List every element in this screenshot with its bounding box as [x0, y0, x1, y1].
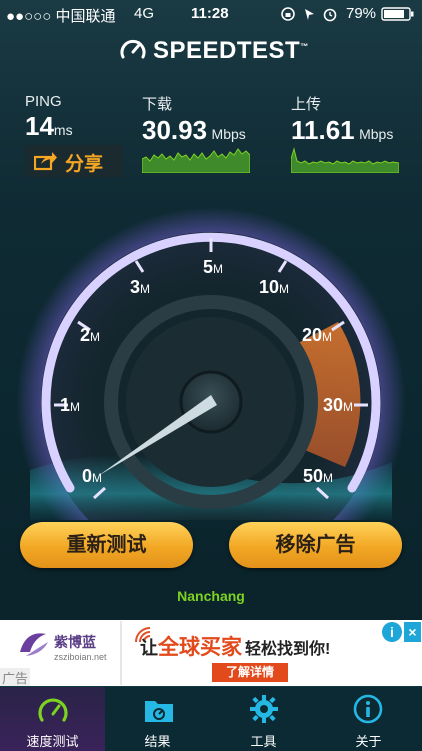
tab-label: 关于 — [355, 734, 382, 749]
ad-headline: 让全球买家 轻松找到你! — [140, 636, 331, 659]
gauge-label-30: 30M — [323, 395, 354, 415]
download-result: 下载 30.93 Mbps — [142, 93, 246, 146]
gauge-label-2: 2M — [80, 325, 101, 345]
tab-about[interactable]: 关于 — [316, 687, 421, 751]
tab-speedtest[interactable]: 速度测试 — [0, 687, 105, 751]
network-type: 4G — [134, 5, 155, 22]
gauge-label-5: 5M — [203, 257, 224, 277]
gauge-label-50: 50M — [303, 466, 334, 486]
share-button[interactable]: 分享 — [25, 145, 123, 177]
info-icon — [353, 694, 383, 724]
gauge-label-10: 10M — [259, 277, 290, 297]
download-sparkline — [142, 148, 250, 173]
gauge-label-20: 20M — [302, 325, 333, 345]
gauge-label-1: 1M — [60, 395, 81, 415]
remove-ads-button[interactable]: 移除广告 — [229, 522, 402, 568]
lock-rotation-icon — [281, 7, 337, 22]
ad-divider — [120, 621, 122, 685]
speedometer-logo-icon — [120, 39, 146, 59]
tab-results[interactable]: 结果 — [105, 687, 210, 751]
tab-label: 速度测试 — [26, 734, 79, 749]
tab-tools[interactable]: 工具 — [211, 687, 316, 751]
server-location: Nanchang — [177, 588, 245, 604]
ping-value: 14 — [25, 111, 54, 141]
tab-label: 工具 — [250, 734, 277, 749]
ad-info-icon[interactable]: i — [382, 622, 402, 642]
upload-unit: Mbps — [359, 126, 394, 142]
ad-cta-button[interactable]: 了解详情 — [212, 663, 288, 682]
battery-percent: 79% — [346, 5, 377, 22]
status-icons — [281, 6, 343, 26]
advertiser-url: zsziboian.net — [54, 652, 107, 662]
battery-icon — [381, 7, 415, 25]
clock: 11:28 — [191, 5, 229, 22]
ping-result: PING 14ms — [25, 93, 73, 142]
ping-unit: ms — [53, 122, 73, 138]
upload-result: 上传 11.61 Mbps — [291, 93, 393, 146]
ad-close-icon[interactable]: × — [404, 622, 421, 642]
download-label: 下载 — [142, 96, 173, 113]
advertiser-name: 紫博蓝 — [54, 634, 96, 650]
upload-label: 上传 — [291, 96, 322, 113]
gauge-label-3: 3M — [130, 277, 151, 297]
trademark: ™ — [300, 42, 309, 51]
speedometer-icon — [38, 698, 68, 722]
carrier-label: ●●○○○ 中国联通 — [6, 8, 116, 25]
upload-value: 11.61 — [291, 115, 355, 145]
app-header: SPEEDTEST™ — [0, 32, 422, 68]
retest-button[interactable]: 重新测试 — [20, 522, 193, 568]
speed-gauge — [16, 207, 406, 520]
status-bar: ●●○○○ 中国联通 4G 11:28 79% — [0, 0, 422, 28]
share-label: 分享 — [65, 154, 104, 175]
advertiser-logo-icon — [20, 633, 48, 656]
download-unit: Mbps — [211, 126, 246, 142]
ad-banner[interactable]: 紫博蓝 zsziboian.net 广告 让全球买家 轻松找到你! 了解详情 i … — [0, 620, 422, 687]
share-icon — [34, 152, 57, 171]
tab-bar: 速度测试 结果 工具 关于 — [0, 686, 422, 751]
folder-icon — [145, 701, 173, 722]
upload-sparkline — [291, 147, 399, 173]
tab-label: 结果 — [144, 734, 171, 749]
gear-icon — [250, 695, 278, 723]
ping-label: PING — [25, 93, 62, 110]
download-value: 30.93 — [142, 115, 208, 145]
app-title: SPEEDTEST™ — [153, 37, 309, 65]
ad-tag: 广告 — [0, 668, 31, 687]
brand-text: SPEEDTEST — [153, 37, 301, 64]
gauge-label-0: 0M — [82, 466, 103, 486]
